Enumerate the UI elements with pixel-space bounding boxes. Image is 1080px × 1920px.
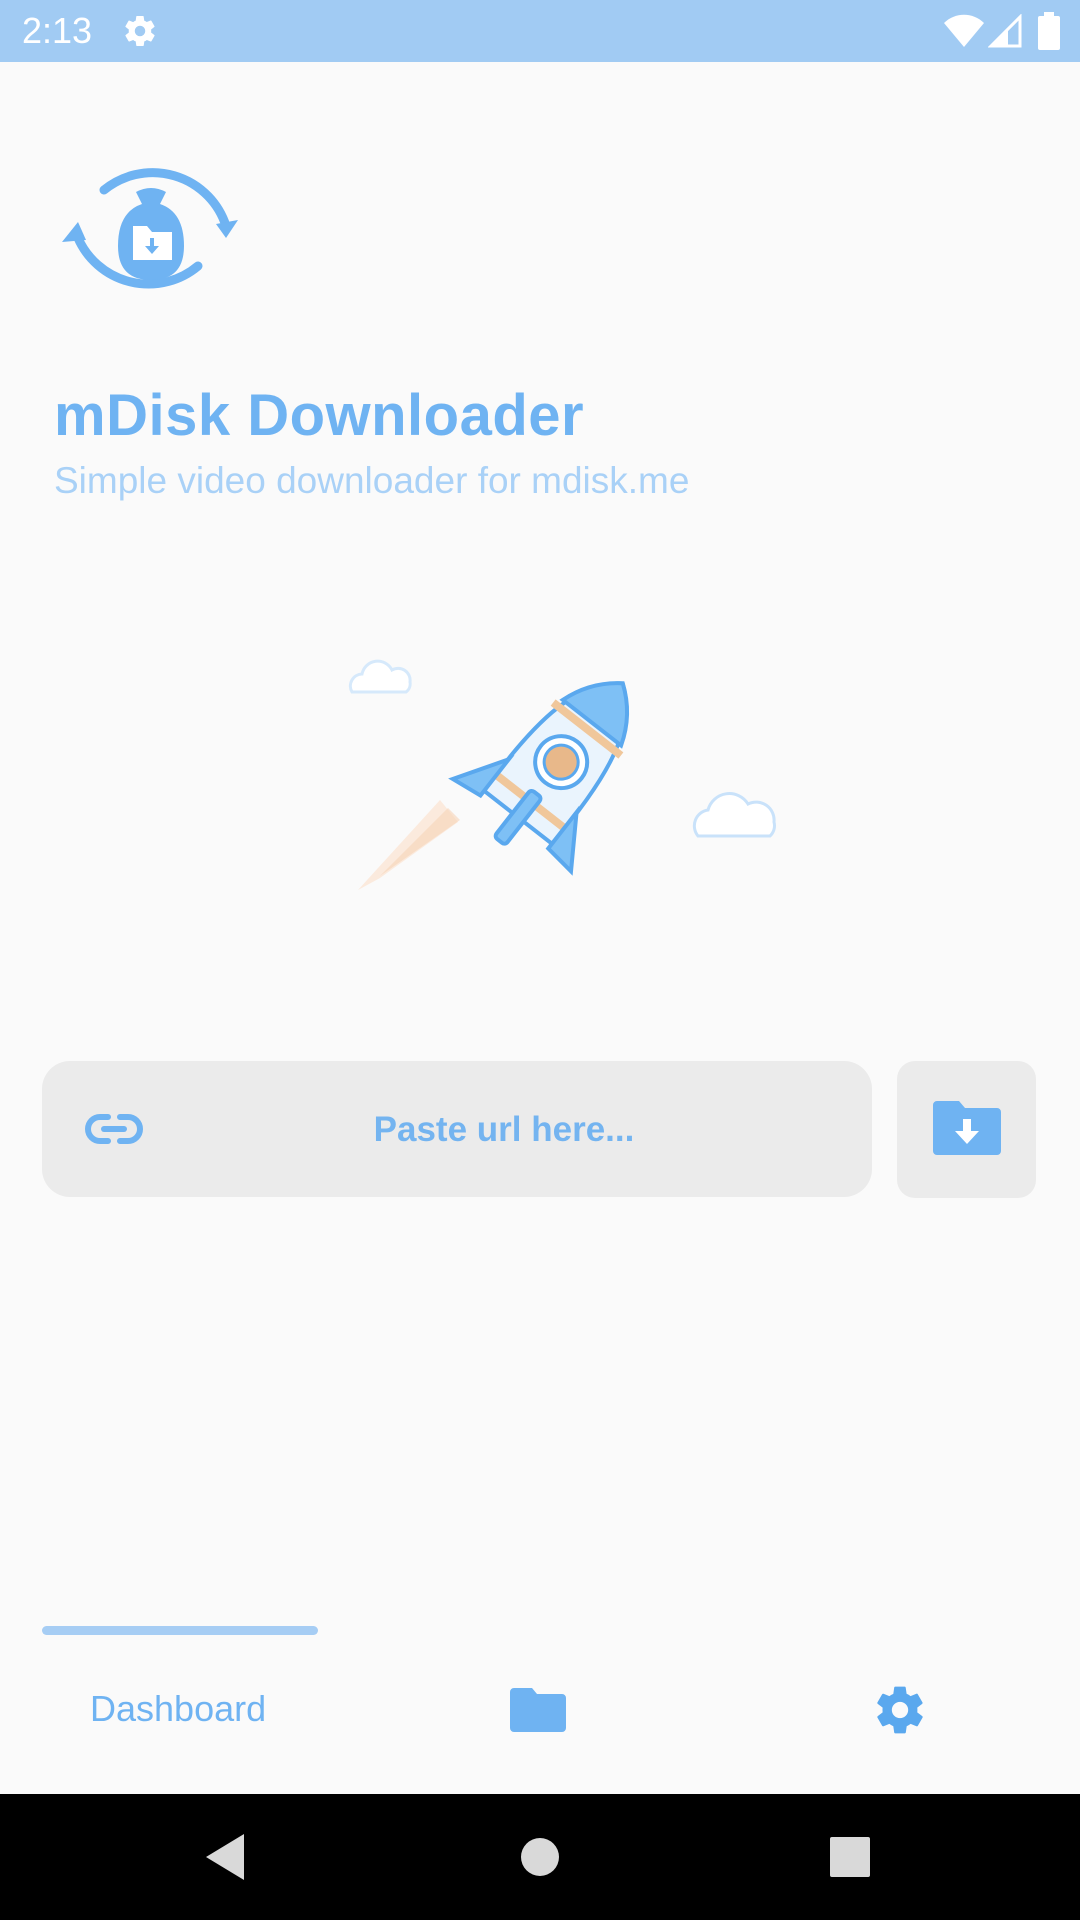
status-bar: 2:13 [0,0,1080,62]
recents-icon [830,1837,870,1877]
system-navigation-bar [0,1794,1080,1920]
app-subtitle: Simple video downloader for mdisk.me [54,460,690,501]
tab-dashboard-label: Dashboard [90,1688,267,1729]
folder-icon [510,1688,566,1732]
cloud-icon [692,792,776,838]
home-icon [521,1838,559,1876]
tab-dashboard[interactable]: Dashboard [0,1636,360,1786]
back-icon [206,1834,244,1880]
gear-icon [125,16,155,47]
bottom-navigation: Dashboard [0,1636,1080,1794]
cloud-icon [348,659,412,694]
url-input[interactable] [162,1061,846,1199]
recents-button[interactable] [780,1794,920,1920]
battery-icon [1038,12,1060,50]
download-bag-sync-icon [62,168,238,289]
download-button[interactable] [897,1061,1036,1198]
tab-files[interactable] [360,1636,720,1786]
home-button[interactable] [470,1794,610,1920]
link-icon [85,1114,143,1144]
app-title: mDisk Downloader [54,383,585,448]
url-input-container[interactable] [42,1061,872,1199]
status-time: 2:13 [22,10,93,51]
wifi-icon [944,14,984,47]
folder-download-icon [933,1101,1001,1155]
tab-settings[interactable] [720,1636,1080,1786]
rocket-illustration [348,659,776,890]
active-tab-indicator [42,1626,318,1635]
back-button[interactable] [156,1794,296,1920]
settings-gear-icon [877,1686,923,1734]
signal-icon [988,14,1022,48]
